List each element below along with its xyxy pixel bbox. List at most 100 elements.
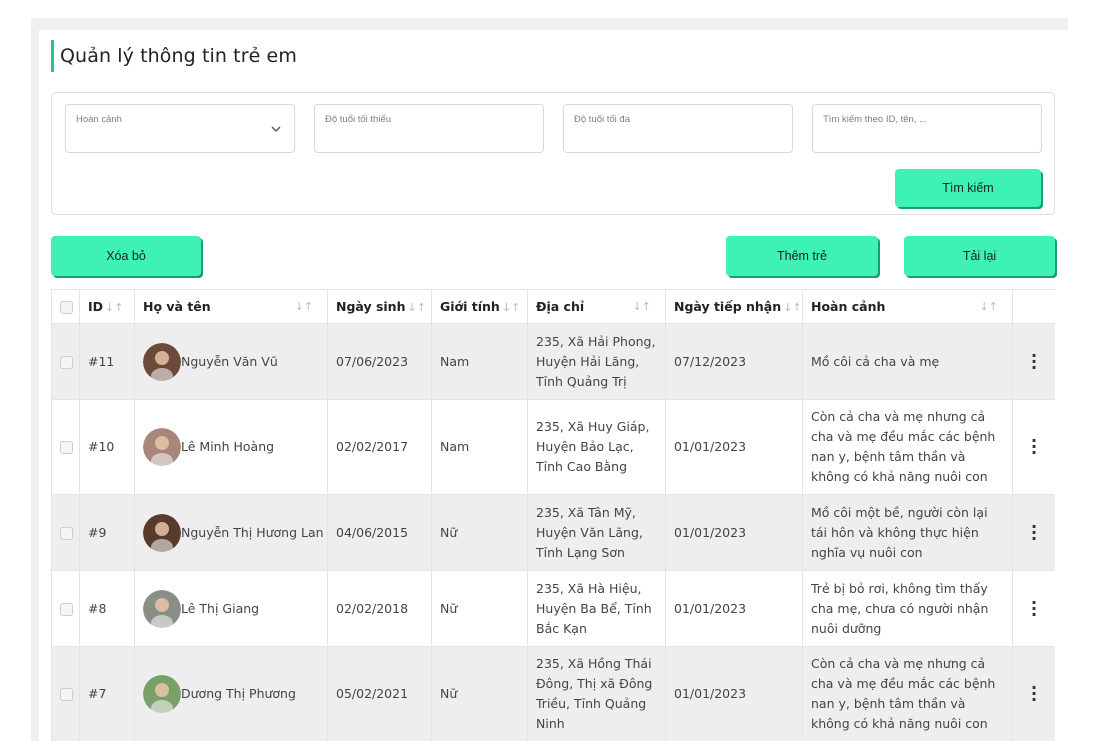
table-row[interactable]: #10 Lê Minh Hoàng 02/02/2017 Nam 235, Xã Huy… xyxy=(51,399,1055,495)
children-table-container: ID ↓↑ Họ và tên ↓↑ Ngày sinh ↓↑ Giới tính ↓↑… xyxy=(51,289,1055,741)
cell-id: #7 xyxy=(79,646,135,741)
row-select-cell[interactable] xyxy=(51,494,80,571)
more-options-icon[interactable]: · · · xyxy=(1021,347,1047,375)
sort-icon[interactable]: ↓↑ xyxy=(783,301,801,314)
cell-actions: · · · xyxy=(1012,646,1055,741)
cell-actions: · · · xyxy=(1012,570,1055,647)
header-dob-label: Ngày sinh xyxy=(336,299,406,314)
title-accent-bar xyxy=(51,40,54,72)
table-row[interactable]: #11 Nguyễn Văn Vũ 07/06/2023 Nam 235, Xã Hải… xyxy=(51,323,1055,400)
row-select-cell[interactable] xyxy=(51,399,80,495)
cell-circumstance: Còn cả cha và mẹ nhưng cả cha và mẹ đều … xyxy=(802,399,1013,495)
row-checkbox[interactable] xyxy=(60,441,73,454)
cell-received: 07/12/2023 xyxy=(665,323,803,400)
select-all-checkbox[interactable] xyxy=(60,301,73,314)
more-options-icon[interactable]: · · · xyxy=(1021,518,1047,546)
cell-circumstance: Còn cả cha và mẹ nhưng cả cha và mẹ đều … xyxy=(802,646,1013,741)
cell-address: 235, Xã Hồng Thái Đông, Thị xã Đông Triề… xyxy=(527,646,666,741)
row-checkbox[interactable] xyxy=(60,688,73,701)
row-select-cell[interactable] xyxy=(51,646,80,741)
header-dob[interactable]: Ngày sinh ↓↑ xyxy=(327,289,432,324)
page-side-border xyxy=(31,18,39,741)
max-age-placeholder: Độ tuổi tối đa xyxy=(574,114,630,125)
cell-id: #8 xyxy=(79,570,135,647)
search-button[interactable]: Tìm kiếm xyxy=(895,169,1041,207)
max-age-input[interactable]: Độ tuổi tối đa xyxy=(563,104,793,153)
cell-circumstance: Mồ côi cả cha và mẹ xyxy=(802,323,1013,400)
cell-dob: 05/02/2021 xyxy=(327,646,432,741)
header-received[interactable]: Ngày tiếp nhận ↓↑ xyxy=(665,289,803,324)
more-options-icon[interactable]: · · · xyxy=(1021,433,1047,461)
header-actions xyxy=(1012,289,1055,324)
cell-name: Lê Thị Giang xyxy=(134,570,328,647)
table-row[interactable]: #7 Dương Thị Phương 05/02/2021 Nữ 235, Xã Hồ… xyxy=(51,646,1055,741)
name-wrapper: Nguyễn Văn Vũ xyxy=(143,342,319,381)
cell-circumstance: Mồ côi một bề, người còn lại tái hôn và … xyxy=(802,494,1013,571)
header-gender[interactable]: Giới tính ↓↑ xyxy=(431,289,528,324)
cell-address: 235, Xã Hải Phong, Huyện Hải Lăng, Tỉnh … xyxy=(527,323,666,400)
table-row[interactable]: #9 Nguyễn Thị Hương Lan 04/06/2015 Nữ 235, X… xyxy=(51,494,1055,571)
cell-gender: Nữ xyxy=(431,570,528,647)
child-name[interactable]: Lê Thị Giang xyxy=(181,599,259,619)
cell-circumstance: Trẻ bị bỏ rơi, không tìm thấy cha mẹ, ch… xyxy=(802,570,1013,647)
header-address-label: Địa chỉ xyxy=(536,299,585,314)
header-id-label: ID xyxy=(88,299,104,314)
row-checkbox[interactable] xyxy=(60,355,73,369)
cell-actions: · · · xyxy=(1012,494,1055,571)
delete-button[interactable]: Xóa bỏ xyxy=(51,236,201,276)
row-checkbox[interactable] xyxy=(60,602,73,616)
cell-gender: Nam xyxy=(431,323,528,400)
cell-name: Dương Thị Phương xyxy=(134,646,328,741)
search-placeholder: Tìm kiếm theo ID, tên, ... xyxy=(823,114,928,125)
name-wrapper: Lê Minh Hoàng xyxy=(143,428,319,466)
sort-icon[interactable]: ↓↑ xyxy=(407,301,425,314)
header-circumstance-label: Hoàn cảnh xyxy=(811,299,886,314)
min-age-input[interactable]: Độ tuổi tối thiểu xyxy=(314,104,544,153)
row-checkbox[interactable] xyxy=(60,526,73,540)
search-input[interactable]: Tìm kiếm theo ID, tên, ... xyxy=(812,104,1042,153)
cell-id: #10 xyxy=(79,399,135,495)
sort-icon[interactable]: ↓↑ xyxy=(502,301,520,314)
row-select-cell[interactable] xyxy=(51,570,80,647)
avatar xyxy=(143,342,181,381)
filter-panel: Hoàn cảnh Độ tuổi tối thiểu Độ tuổi tối … xyxy=(51,92,1055,215)
cell-gender: Nữ xyxy=(431,494,528,571)
add-child-button[interactable]: Thêm trẻ xyxy=(726,236,878,276)
child-name[interactable]: Dương Thị Phương xyxy=(181,684,296,704)
sort-icon[interactable]: ↓↑ xyxy=(980,300,998,313)
reload-button[interactable]: Tải lại xyxy=(904,236,1055,276)
cell-received: 01/01/2023 xyxy=(665,570,803,647)
sort-icon[interactable]: ↓↑ xyxy=(633,300,651,313)
page-top-border xyxy=(31,18,1068,30)
more-options-icon[interactable]: · · · xyxy=(1021,594,1047,622)
cell-address: 235, Xã Hà Hiệu, Huyện Ba Bể, Tỉnh Bắc K… xyxy=(527,570,666,647)
more-options-icon[interactable]: · · · xyxy=(1021,680,1047,708)
cell-actions: · · · xyxy=(1012,399,1055,495)
header-received-label: Ngày tiếp nhận xyxy=(674,299,782,314)
cell-received: 01/01/2023 xyxy=(665,399,803,495)
cell-address: 235, Xã Tân Mỹ, Huyện Văn Lãng, Tỉnh Lạn… xyxy=(527,494,666,571)
page-title: Quản lý thông tin trẻ em xyxy=(60,45,297,67)
row-select-cell[interactable] xyxy=(51,323,80,400)
child-name[interactable]: Nguyễn Thị Hương Lan xyxy=(181,523,324,543)
header-circumstance[interactable]: Hoàn cảnh ↓↑ xyxy=(802,289,1013,324)
sort-icon[interactable]: ↓↑ xyxy=(105,301,123,314)
chevron-down-icon xyxy=(271,126,281,132)
child-name[interactable]: Lê Minh Hoàng xyxy=(181,437,274,457)
cell-id: #11 xyxy=(79,323,135,400)
header-name[interactable]: Họ và tên ↓↑ xyxy=(134,289,328,324)
header-name-label: Họ và tên xyxy=(143,299,211,314)
child-name[interactable]: Nguyễn Văn Vũ xyxy=(181,352,278,372)
header-address[interactable]: Địa chỉ ↓↑ xyxy=(527,289,666,324)
cell-address: 235, Xã Huy Giáp, Huyện Bảo Lạc, Tỉnh Ca… xyxy=(527,399,666,495)
table-row[interactable]: #8 Lê Thị Giang 02/02/2018 Nữ 235, Xã Hà Hiệ… xyxy=(51,570,1055,647)
header-gender-label: Giới tính xyxy=(440,299,500,314)
table-header-row: ID ↓↑ Họ và tên ↓↑ Ngày sinh ↓↑ Giới tính ↓↑… xyxy=(51,289,1055,324)
name-wrapper: Dương Thị Phương xyxy=(143,675,319,713)
cell-received: 01/01/2023 xyxy=(665,646,803,741)
circumstance-select[interactable]: Hoàn cảnh xyxy=(65,104,295,153)
sort-icon[interactable]: ↓↑ xyxy=(295,300,313,313)
circumstance-select-placeholder: Hoàn cảnh xyxy=(76,114,122,125)
header-select-all[interactable] xyxy=(51,289,80,324)
header-id[interactable]: ID ↓↑ xyxy=(79,289,135,324)
